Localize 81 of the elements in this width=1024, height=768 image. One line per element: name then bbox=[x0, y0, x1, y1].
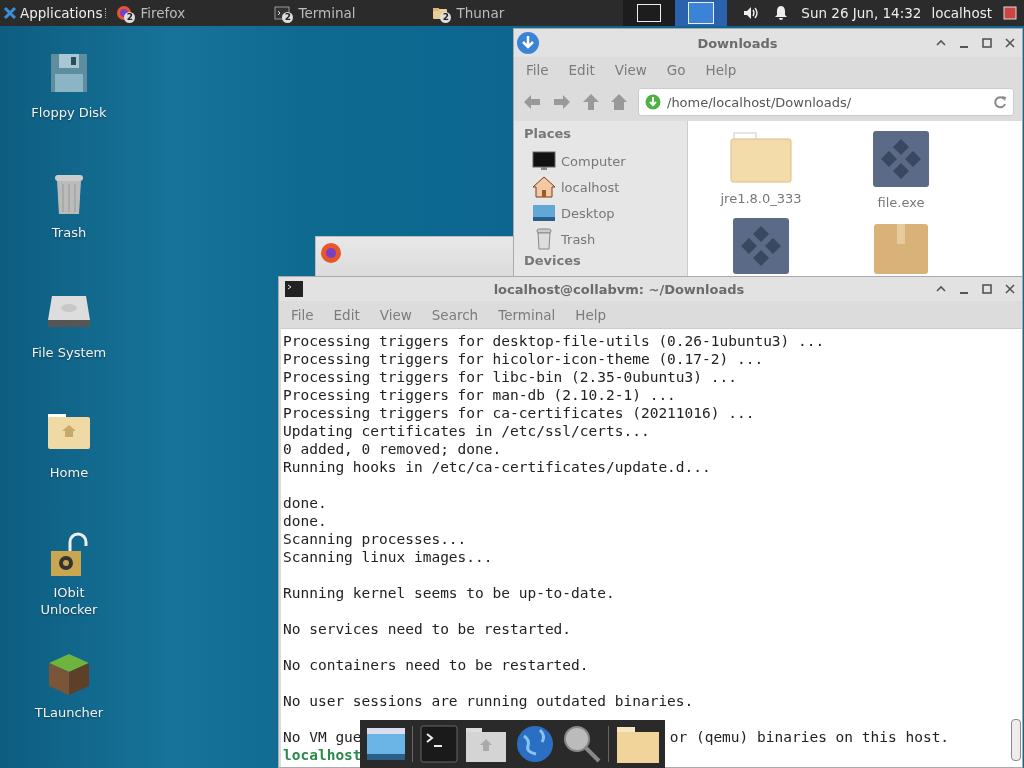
maximize-icon[interactable] bbox=[981, 283, 993, 296]
maximize-icon[interactable] bbox=[981, 37, 993, 49]
menu-item[interactable]: Edit bbox=[327, 306, 366, 323]
terminal-icon bbox=[274, 5, 291, 21]
panel-separator-icon bbox=[105, 8, 109, 18]
download-icon bbox=[645, 94, 661, 110]
close-icon[interactable] bbox=[1004, 283, 1016, 296]
terminal-line: Updating certificates in /etc/ssl/certs... bbox=[283, 422, 651, 440]
terminal-line: Processing triggers for man-db (2.10.2-1) ... bbox=[283, 386, 677, 404]
desktop-icon[interactable]: File System bbox=[18, 292, 120, 412]
count-badge: 2 bbox=[124, 12, 136, 23]
terminal-line: done. bbox=[283, 494, 328, 512]
grass-block-icon bbox=[47, 652, 91, 698]
sidebar-item[interactable]: Trash bbox=[532, 226, 677, 252]
executable-icon bbox=[873, 131, 929, 187]
download-icon bbox=[516, 31, 540, 55]
desktop-icon bbox=[532, 203, 556, 223]
menu-item[interactable]: View bbox=[608, 62, 653, 78]
notification-bell-icon[interactable] bbox=[774, 5, 789, 21]
count-badge: 2 bbox=[440, 12, 452, 23]
reload-icon[interactable] bbox=[993, 95, 1007, 109]
sidebar-item[interactable]: Desktop bbox=[532, 200, 677, 226]
folder-icon[interactable] bbox=[614, 724, 660, 764]
menu-item[interactable]: Edit bbox=[562, 62, 601, 78]
x-logo-icon bbox=[3, 6, 17, 20]
desktop-icon[interactable]: Floppy Disk bbox=[18, 52, 120, 172]
user-name[interactable]: localhost bbox=[931, 5, 992, 21]
sidebar-heading: Places bbox=[524, 126, 573, 141]
desktop-icon[interactable]: Home bbox=[18, 412, 120, 532]
terminal-line: No VM gue bbox=[283, 728, 362, 746]
terminal-line: Processing triggers for libc-bin (2.35-0ubuntu3) ... bbox=[283, 368, 738, 386]
taskbar-button[interactable]: 2 Thunar bbox=[428, 0, 587, 26]
file-tile[interactable]: jre1.8.0_333 bbox=[691, 131, 831, 210]
window-title: localhost@collabvm: ~/Downloads bbox=[492, 281, 746, 297]
close-icon[interactable] bbox=[1004, 37, 1016, 49]
menu-item[interactable]: File bbox=[520, 62, 555, 78]
terminal-line: Scanning linux images... bbox=[283, 548, 494, 566]
terminal-line: 0 added, 0 removed; done. bbox=[283, 440, 503, 458]
terminal-line: Running kernel seems to be up-to-date. bbox=[283, 584, 616, 602]
file-tile[interactable]: file.exe bbox=[831, 131, 971, 210]
menu-item[interactable]: File bbox=[285, 306, 320, 323]
terminal-line: done. bbox=[283, 512, 328, 530]
terminal-line: No services need to be restarted. bbox=[283, 620, 573, 638]
workspace-button[interactable] bbox=[623, 0, 676, 26]
menu-item[interactable]: Search bbox=[425, 306, 485, 323]
executable-icon bbox=[733, 218, 789, 274]
terminal-line: No containers need to be restarted. bbox=[283, 656, 590, 674]
location-field[interactable]: /home/localhost/Downloads/ bbox=[638, 88, 1014, 116]
clock[interactable]: Sun 26 Jun, 14:32 bbox=[801, 5, 922, 21]
folder-icon bbox=[730, 131, 792, 183]
sidebar-item[interactable]: localhost bbox=[532, 174, 677, 200]
house-icon bbox=[532, 176, 556, 198]
applications-menu[interactable]: Applications bbox=[0, 0, 106, 26]
count-badge: 2 bbox=[282, 12, 294, 23]
menu-item[interactable]: Help bbox=[699, 62, 743, 78]
menu-item[interactable]: Terminal bbox=[492, 306, 562, 323]
shell-prompt: localhost bbox=[283, 746, 362, 764]
window-title: Downloads bbox=[696, 35, 779, 51]
desktop-icon[interactable]: TLauncher bbox=[18, 652, 120, 768]
terminal-line: or (qemu) binaries on this host. bbox=[669, 728, 950, 746]
menu-item[interactable]: Go bbox=[660, 62, 692, 78]
desktop-icon[interactable]: IObit Unlocker bbox=[18, 532, 120, 652]
terminal-line: Processing triggers for ca-certificates (20211016) ... bbox=[283, 404, 756, 422]
desktop-icon[interactable]: Trash bbox=[18, 172, 120, 292]
taskbar-button[interactable]: 2 Terminal bbox=[270, 0, 429, 26]
taskbar-button[interactable]: 2 Firefox bbox=[112, 0, 271, 26]
menu-item[interactable]: Help bbox=[569, 306, 613, 323]
firefox-icon bbox=[320, 242, 342, 264]
sidebar-heading: Devices bbox=[524, 253, 582, 268]
terminal-icon bbox=[285, 281, 303, 298]
menu-item[interactable]: View bbox=[373, 306, 418, 323]
terminal-line: Processing triggers for hicolor-icon-theme (0.17-2) ... bbox=[283, 350, 765, 368]
terminal-icon[interactable] bbox=[419, 724, 459, 764]
terminal-line: No user sessions are running outdated binaries. bbox=[283, 692, 695, 710]
terminal-line: Processing triggers for desktop-file-utils (0.26-1ubuntu3) ... bbox=[283, 332, 826, 350]
padlock-icon bbox=[48, 532, 90, 578]
monitor-icon bbox=[532, 151, 556, 171]
volume-icon[interactable] bbox=[742, 5, 761, 21]
sidebar-item[interactable]: Computer bbox=[532, 148, 677, 174]
terminal-line: Running hooks in /etc/ca-certificates/update.d... bbox=[283, 458, 712, 476]
terminal-line: Scanning processes... bbox=[283, 530, 468, 548]
